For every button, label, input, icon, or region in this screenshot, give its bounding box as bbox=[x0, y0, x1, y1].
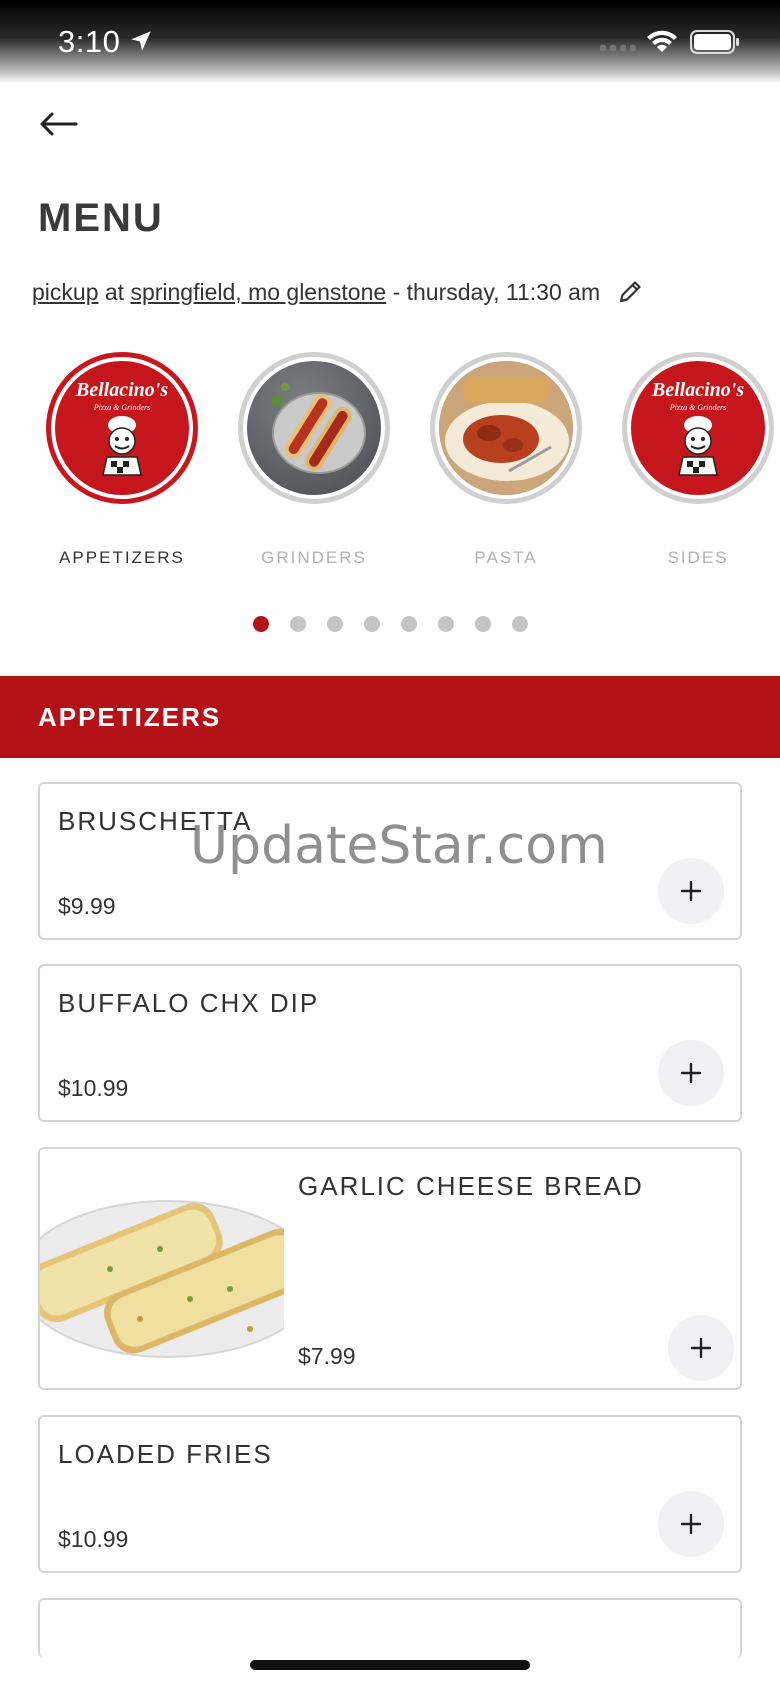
pagination-dot[interactable] bbox=[289, 616, 306, 632]
plus-icon bbox=[680, 880, 702, 902]
order-info: pickup at springfield, mo glenstone - th… bbox=[32, 278, 644, 306]
arrow-left-icon bbox=[40, 112, 78, 136]
status-time: 3:10 bbox=[58, 24, 121, 59]
battery-icon bbox=[690, 30, 739, 54]
item-name: BUFFALO CHX DIP bbox=[58, 988, 320, 1018]
back-button[interactable] bbox=[34, 104, 82, 144]
category-label: GRINDERS bbox=[261, 548, 367, 567]
status-bar: 3:10 bbox=[0, 0, 780, 84]
category-image-frame bbox=[238, 352, 390, 504]
order-separator: - bbox=[392, 278, 401, 305]
bellacinos-logo: Bellacino's Pizza & Grinders bbox=[55, 361, 189, 495]
grinder-illustration bbox=[271, 383, 366, 474]
garlic-cheese-bread-photo bbox=[40, 1149, 284, 1388]
add-item-button[interactable] bbox=[658, 1491, 724, 1557]
logo-tagline: Pizza & Grinders bbox=[93, 403, 151, 412]
add-item-button[interactable] bbox=[658, 1040, 724, 1106]
category-grinders[interactable]: GRINDERS bbox=[224, 352, 404, 568]
menu-item-card[interactable]: LOADED FRIES $10.99 bbox=[38, 1415, 742, 1573]
menu-item-card[interactable]: BRUSCHETTA $9.99 bbox=[38, 782, 742, 940]
page-title: MENU bbox=[38, 196, 164, 240]
add-item-button[interactable] bbox=[658, 858, 724, 924]
logo-wordmark: Bellacino's bbox=[75, 379, 169, 401]
pencil-icon[interactable] bbox=[616, 278, 644, 306]
category-label: APPETIZERS bbox=[59, 548, 185, 567]
menu-item-card-partial[interactable] bbox=[38, 1598, 742, 1658]
category-sides[interactable]: Bellacino's Pizza & Grinders SIDES bbox=[608, 352, 780, 568]
category-label: SIDES bbox=[667, 548, 729, 567]
pasta-illustration bbox=[439, 361, 573, 495]
order-time-text: thursday, 11:30 am bbox=[406, 278, 601, 305]
add-item-button[interactable] bbox=[668, 1315, 734, 1381]
logo-tagline: Pizza & Grinders bbox=[669, 403, 727, 412]
home-indicator[interactable] bbox=[250, 1660, 530, 1670]
carousel-pagination bbox=[0, 616, 780, 632]
item-price: $7.99 bbox=[298, 1343, 356, 1369]
pagination-dot[interactable] bbox=[252, 616, 269, 632]
logo-wordmark: Bellacino's bbox=[651, 379, 745, 401]
pagination-dot[interactable] bbox=[400, 616, 417, 632]
category-image-frame bbox=[430, 352, 582, 504]
section-header: APPETIZERS bbox=[0, 676, 780, 758]
category-image-frame: Bellacino's Pizza & Grinders bbox=[622, 352, 774, 504]
plus-icon bbox=[680, 1513, 702, 1535]
menu-item-card[interactable]: BUFFALO CHX DIP $10.99 bbox=[38, 964, 742, 1122]
pagination-dot[interactable] bbox=[437, 616, 454, 632]
category-carousel[interactable]: Bellacino's Pizza & Grinders APPETIZERS bbox=[0, 352, 780, 582]
category-label: PASTA bbox=[474, 548, 538, 567]
pagination-dot[interactable] bbox=[474, 616, 491, 632]
pagination-dot[interactable] bbox=[326, 616, 343, 632]
chef-mascot-icon bbox=[102, 416, 142, 476]
order-at-text: at bbox=[104, 278, 125, 305]
wifi-icon bbox=[647, 30, 677, 52]
menu-item-card[interactable]: GARLIC CHEESE BREAD $7.99 bbox=[38, 1147, 742, 1390]
bellacinos-logo: Bellacino's Pizza & Grinders bbox=[631, 361, 765, 495]
plus-icon bbox=[680, 1062, 702, 1084]
item-price: $10.99 bbox=[58, 1075, 129, 1101]
item-name: GARLIC CHEESE BREAD bbox=[298, 1171, 644, 1201]
item-price: $9.99 bbox=[58, 893, 116, 919]
order-mode-link[interactable]: pickup bbox=[32, 279, 98, 306]
signal-icon bbox=[600, 45, 636, 51]
item-name: BRUSCHETTA bbox=[58, 806, 253, 836]
plus-icon bbox=[690, 1337, 712, 1359]
pasta-dish-photo bbox=[439, 361, 573, 495]
section-title: APPETIZERS bbox=[38, 701, 222, 732]
category-appetizers[interactable]: Bellacino's Pizza & Grinders APPETIZERS bbox=[32, 352, 212, 568]
location-arrow-icon bbox=[131, 31, 151, 51]
garlic-bread-illustration bbox=[40, 1149, 284, 1388]
pagination-dot[interactable] bbox=[511, 616, 528, 632]
chef-mascot-icon bbox=[678, 416, 718, 476]
item-price: $10.99 bbox=[58, 1526, 129, 1552]
order-location-link[interactable]: springfield, mo glenstone bbox=[130, 279, 386, 306]
grinder-sandwich-photo bbox=[247, 361, 381, 495]
pagination-dot[interactable] bbox=[363, 616, 380, 632]
category-pasta[interactable]: PASTA bbox=[416, 352, 596, 568]
category-image-frame: Bellacino's Pizza & Grinders bbox=[46, 352, 198, 504]
item-name: LOADED FRIES bbox=[58, 1439, 273, 1469]
